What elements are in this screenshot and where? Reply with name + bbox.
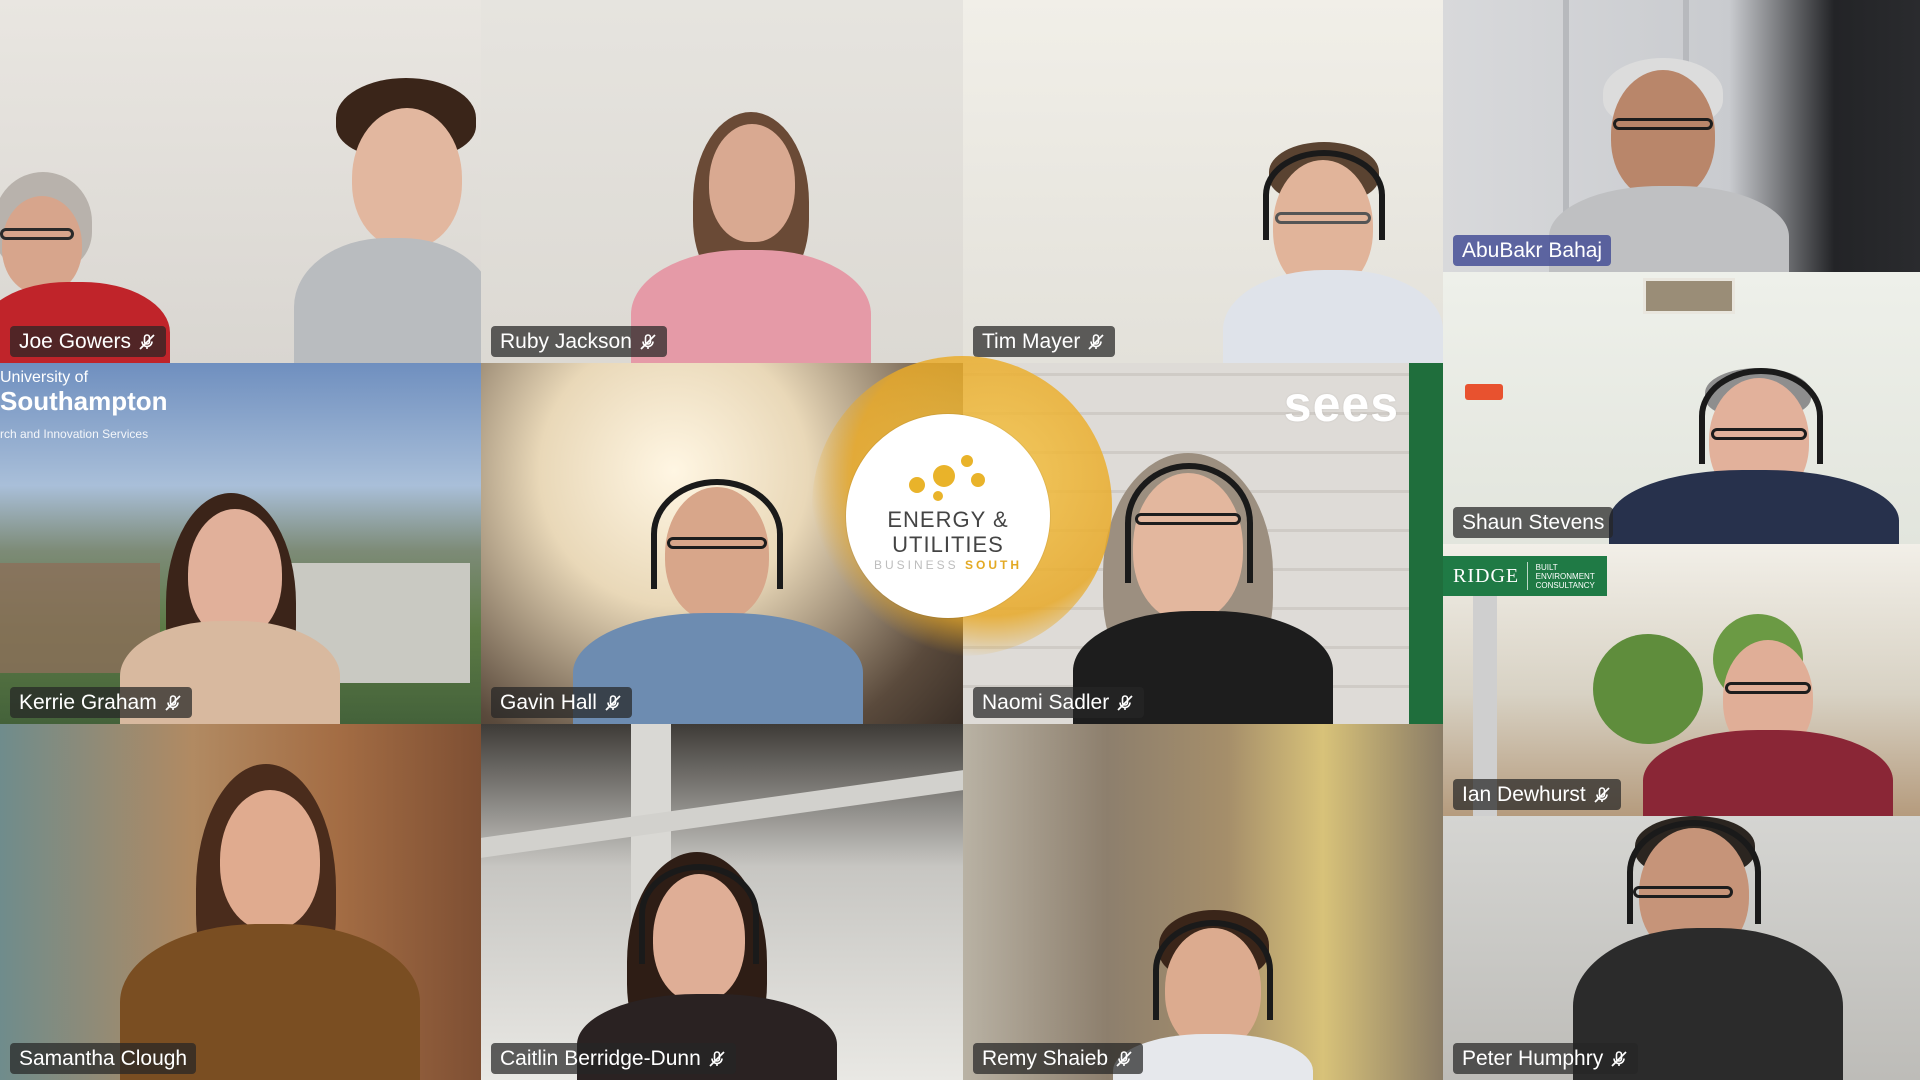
participant-name-tag: Ian Dewhurst [1453, 779, 1621, 810]
participant-name-tag: Caitlin Berridge-Dunn [491, 1043, 736, 1074]
logo-dots-icon [903, 451, 993, 507]
participant-name-tag: Remy Shaieb [973, 1043, 1144, 1074]
southampton-background-logo: University of Southampton rch and Innova… [0, 369, 168, 441]
energy-utilities-business-south-logo: ENERGY & UTILITIES BUSINESS SOUTH [846, 414, 1050, 618]
video-tile-caitlin[interactable]: Caitlin Berridge-Dunn [481, 724, 963, 1080]
mic-off-icon [1114, 1049, 1134, 1069]
video-tile-peter[interactable]: Peter Humphry [1443, 816, 1920, 1080]
mic-off-icon [1609, 1049, 1629, 1069]
participant-name-tag: Gavin Hall [491, 687, 632, 718]
ridge-background-logo: RIDGE BUILT ENVIRONMENT CONSULTANCY [1443, 556, 1607, 596]
video-tile-remy[interactable]: Remy Shaieb [963, 724, 1443, 1080]
video-tile-shaun[interactable]: Shaun Stevens [1443, 272, 1920, 544]
participant-name-tag: Kerrie Graham [10, 687, 192, 718]
participant-name-tag: AbuBakr Bahaj [1453, 235, 1612, 266]
participant-name-tag: Samantha Clough [10, 1043, 197, 1074]
video-tile-kerrie[interactable]: University of Southampton rch and Innova… [0, 363, 481, 724]
video-tile-tim[interactable]: Tim Mayer [963, 0, 1443, 363]
video-tile-ian[interactable]: RIDGE BUILT ENVIRONMENT CONSULTANCY Ian … [1443, 544, 1920, 816]
participant-name-tag: Naomi Sadler [973, 687, 1145, 718]
sees-background-logo: sees [1283, 376, 1399, 432]
mic-off-icon [603, 693, 623, 713]
mic-off-icon [1115, 693, 1135, 713]
participant-name-tag: Peter Humphry [1453, 1043, 1639, 1074]
participant-name-tag: Ruby Jackson [491, 326, 667, 357]
mic-off-icon [1086, 332, 1106, 352]
video-grid: Joe Gowers Ruby Jackson Tim Mayer AbuBak… [0, 0, 1920, 1080]
mic-off-icon [163, 693, 183, 713]
video-tile-ruby[interactable]: Ruby Jackson [481, 0, 963, 363]
participant-name-tag: Shaun Stevens [1453, 507, 1614, 538]
mic-off-icon [1592, 785, 1612, 805]
mic-off-icon [707, 1049, 727, 1069]
mic-off-icon [137, 332, 157, 352]
mic-off-icon [638, 332, 658, 352]
video-tile-abubakr[interactable]: AbuBakr Bahaj [1443, 0, 1920, 272]
video-tile-samantha[interactable]: Samantha Clough [0, 724, 481, 1080]
video-tile-joe[interactable]: Joe Gowers [0, 0, 481, 363]
participant-name-tag: Tim Mayer [973, 326, 1116, 357]
participant-name-tag: Joe Gowers [10, 326, 167, 357]
